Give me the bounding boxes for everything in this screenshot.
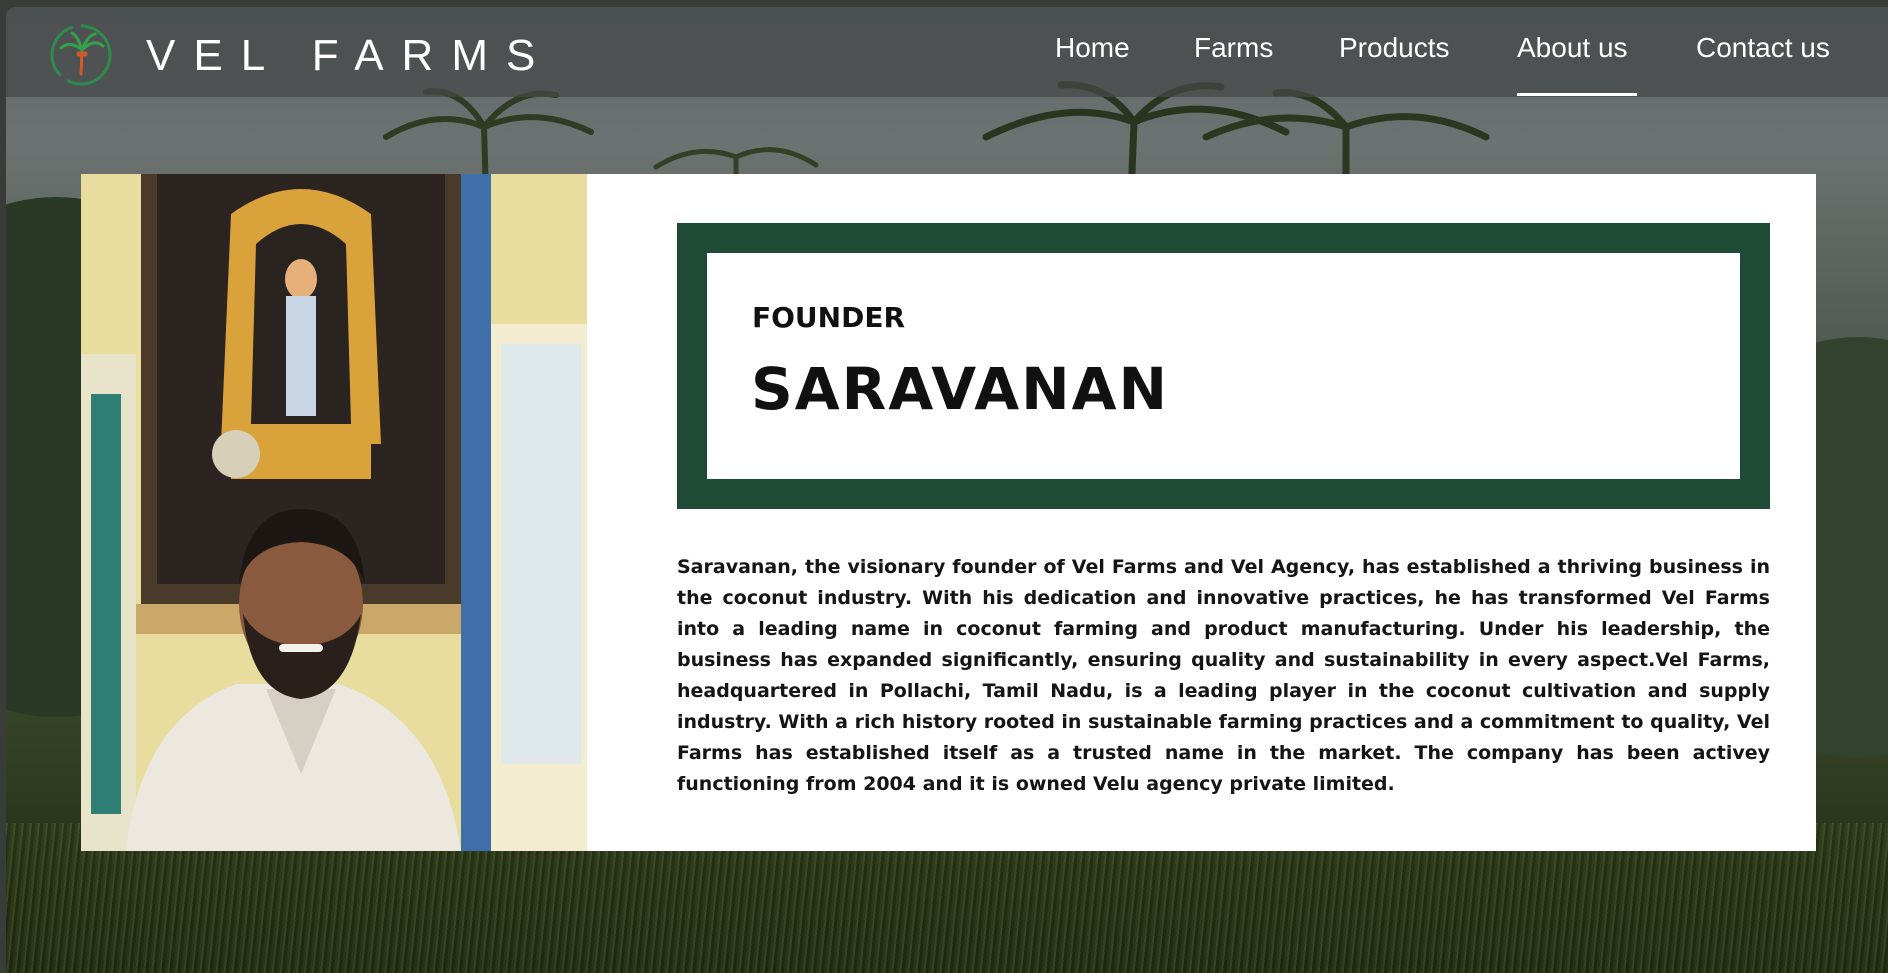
- founder-title-inner: FOUNDER SARAVANAN: [707, 253, 1740, 479]
- founder-role-label: FOUNDER: [752, 301, 906, 334]
- founder-name-heading: SARAVANAN: [751, 355, 1170, 423]
- nav-products[interactable]: Products: [1339, 32, 1450, 64]
- founder-photo: [81, 174, 587, 851]
- top-navigation-bar: VEL FARMS Home Farms Products About us C…: [6, 7, 1888, 97]
- brand-name[interactable]: VEL FARMS: [146, 31, 553, 81]
- nav-farms[interactable]: Farms: [1194, 32, 1273, 64]
- founder-title-box: FOUNDER SARAVANAN: [677, 223, 1770, 509]
- coconut-palm-logo-icon[interactable]: [48, 22, 114, 88]
- founder-bio-paragraph: Saravanan, the visionary founder of Vel …: [677, 556, 1770, 795]
- nav-contact-us[interactable]: Contact us: [1696, 32, 1830, 64]
- nav-about-us[interactable]: About us: [1517, 32, 1628, 64]
- nav-active-underline: [1517, 93, 1637, 96]
- nav-home[interactable]: Home: [1055, 32, 1130, 64]
- founder-card: FOUNDER SARAVANAN Saravanan, the visiona…: [81, 174, 1816, 851]
